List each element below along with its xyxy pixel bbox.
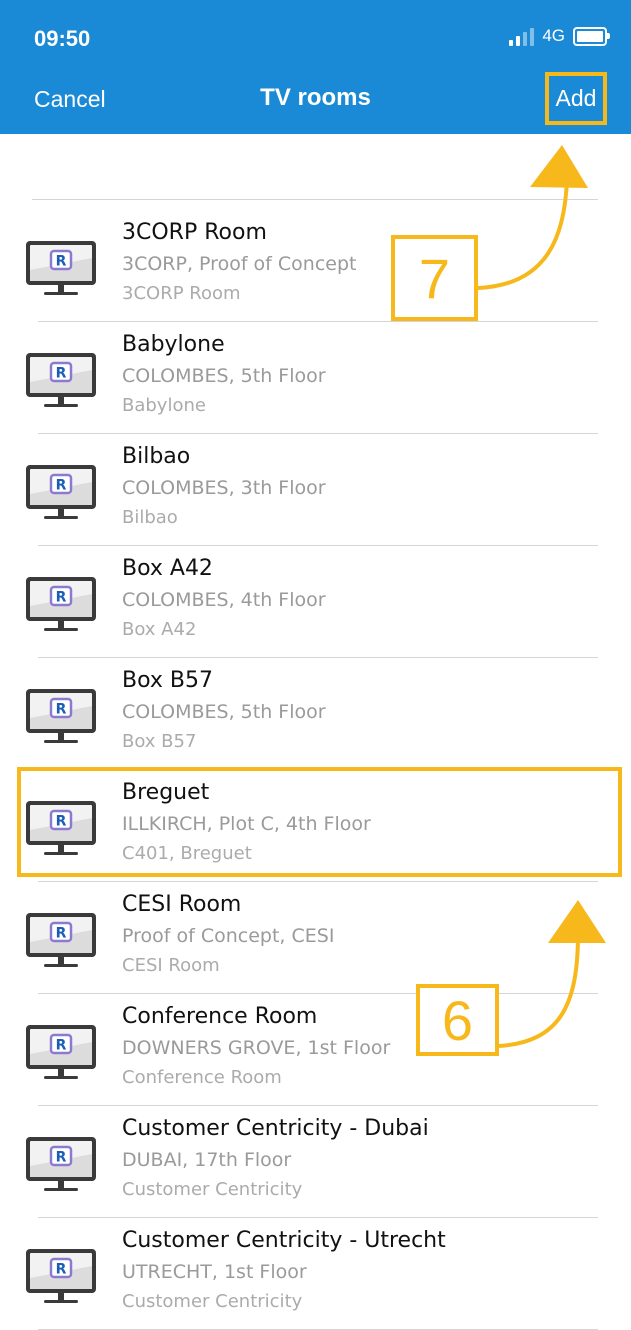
room-detail: Customer Centricity (122, 1179, 303, 1200)
room-list-item[interactable]: R Customer Centricity - Dubai DUBAI, 17t… (0, 1106, 631, 1218)
status-time: 09:50 (34, 26, 91, 51)
room-name: Box B57 (122, 668, 213, 693)
tv-monitor-icon: R (24, 686, 98, 748)
room-detail: Bilbao (122, 507, 178, 528)
room-detail: C401, Breguet (122, 843, 252, 864)
signal-icon (509, 26, 535, 46)
svg-text:R: R (56, 702, 67, 718)
room-detail: 3CORP Room (122, 283, 241, 304)
battery-icon (573, 26, 610, 46)
svg-text:R: R (56, 926, 67, 942)
step-7-callout: 7 (391, 235, 478, 321)
room-name: Breguet (122, 780, 210, 805)
tv-monitor-icon: R (24, 798, 98, 860)
room-detail: Box A42 (122, 619, 197, 640)
room-location: COLOMBES, 5th Floor (122, 701, 326, 723)
room-location: COLOMBES, 5th Floor (122, 365, 326, 387)
room-name: Babylone (122, 332, 225, 357)
svg-text:R: R (56, 1262, 67, 1278)
room-list-item[interactable]: R Box A42 COLOMBES, 4th Floor Box A42 (0, 546, 631, 658)
room-name: Bilbao (122, 444, 191, 469)
svg-text:R: R (56, 478, 67, 494)
room-name: Customer Centricity - Utrecht (122, 1228, 446, 1253)
cancel-button[interactable]: Cancel (34, 86, 106, 113)
room-list-item[interactable]: R Babylone COLOMBES, 5th Floor Babylone (0, 322, 631, 434)
room-list-item[interactable]: R 3CORP Room 3CORP, Proof of Concept 3CO… (0, 210, 631, 322)
room-list-item[interactable]: R Customer Centricity - Utrecht UTRECHT,… (0, 1218, 631, 1330)
tv-monitor-icon: R (24, 1134, 98, 1196)
svg-text:R: R (56, 1150, 67, 1166)
room-location: DOWNERS GROVE, 1st Floor (122, 1037, 391, 1059)
room-name: Conference Room (122, 1004, 318, 1029)
room-location: Proof of Concept, CESI (122, 925, 335, 947)
tv-monitor-icon: R (24, 462, 98, 524)
room-name: Customer Centricity - Dubai (122, 1116, 429, 1141)
room-list-item[interactable]: R Bilbao COLOMBES, 3th Floor Bilbao (0, 434, 631, 546)
room-location: DUBAI, 17th Floor (122, 1149, 292, 1171)
room-list-item[interactable]: R Conference Room DOWNERS GROVE, 1st Flo… (0, 994, 631, 1106)
room-list: R 3CORP Room 3CORP, Proof of Concept 3CO… (0, 210, 631, 1330)
svg-text:R: R (56, 254, 67, 270)
tv-monitor-icon: R (24, 910, 98, 972)
add-button[interactable]: Add (545, 72, 607, 125)
room-detail: CESI Room (122, 955, 220, 976)
room-detail: Conference Room (122, 1067, 282, 1088)
room-location: 3CORP, Proof of Concept (122, 253, 357, 275)
room-name: 3CORP Room (122, 220, 267, 245)
svg-text:R: R (56, 814, 67, 830)
network-type: 4G (542, 26, 565, 45)
status-indicators: 4G (509, 26, 610, 46)
room-list-item[interactable]: R CESI Room Proof of Concept, CESI CESI … (0, 882, 631, 994)
room-list-item[interactable]: R Box B57 COLOMBES, 5th Floor Box B57 (0, 658, 631, 770)
tv-monitor-icon: R (24, 1246, 98, 1308)
room-location: COLOMBES, 4th Floor (122, 589, 326, 611)
tv-monitor-icon: R (24, 238, 98, 300)
room-detail: Box B57 (122, 731, 197, 752)
svg-text:R: R (56, 590, 67, 606)
tv-monitor-icon: R (24, 1022, 98, 1084)
step-6-callout: 6 (416, 984, 499, 1056)
room-location: COLOMBES, 3th Floor (122, 477, 326, 499)
room-list-item[interactable]: R Breguet ILLKIRCH, Plot C, 4th Floor C4… (0, 770, 631, 882)
tv-monitor-icon: R (24, 574, 98, 636)
top-bar: 09:50 4G Cancel TV rooms Add (0, 0, 631, 134)
room-location: UTRECHT, 1st Floor (122, 1261, 307, 1283)
svg-text:R: R (56, 366, 67, 382)
room-location: ILLKIRCH, Plot C, 4th Floor (122, 813, 371, 835)
room-name: Box A42 (122, 556, 213, 581)
tv-monitor-icon: R (24, 350, 98, 412)
arrow-7-head (530, 145, 588, 188)
svg-text:R: R (56, 1038, 67, 1054)
divider (32, 199, 598, 200)
room-detail: Customer Centricity (122, 1291, 303, 1312)
room-detail: Babylone (122, 395, 206, 416)
room-name: CESI Room (122, 892, 242, 917)
